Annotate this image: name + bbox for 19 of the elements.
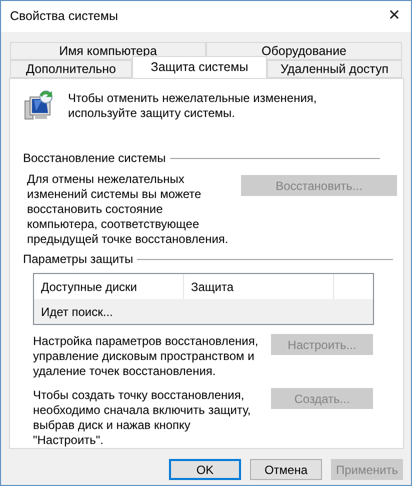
column-header[interactable]: Защита (184, 274, 334, 299)
table-status: Идет поиск... (41, 304, 113, 321)
action-description: Чтобы создать точку восстановления, необходимо сначала включить защиту, выбрав диск и нажав кнопку "Настроить". (33, 388, 252, 448)
section-heading: Восстановление системы (23, 150, 166, 167)
tab[interactable]: Оборудование (206, 42, 402, 60)
close-icon[interactable]: ✕ (388, 5, 401, 28)
section-heading: Параметры защиты (23, 251, 134, 268)
intro-text: Чтобы отменить нежелательные изменения, используйте защиту системы. (68, 91, 318, 121)
tab[interactable]: Дополнительно (10, 60, 132, 78)
push-button[interactable]: Отмена (250, 459, 322, 480)
action-description: Настройка параметров восстановления, управление дисковым пространством и удаление точек восстановления. (33, 334, 260, 379)
window-title: Свойства системы (10, 8, 118, 26)
tab[interactable]: Удаленный доступ (267, 60, 402, 78)
restore-description: Для отмены нежелательных изменений системы вы можете восстановить состояние компьютера, соответствующее предыдущей точке восстановления. (27, 172, 230, 247)
tab[interactable]: Имя компьютера (10, 42, 206, 60)
computer-icon (24, 89, 54, 121)
column-header[interactable]: Доступные диски (34, 274, 184, 299)
tab[interactable]: Защита системы (132, 56, 267, 78)
push-button[interactable]: OK (169, 459, 241, 480)
